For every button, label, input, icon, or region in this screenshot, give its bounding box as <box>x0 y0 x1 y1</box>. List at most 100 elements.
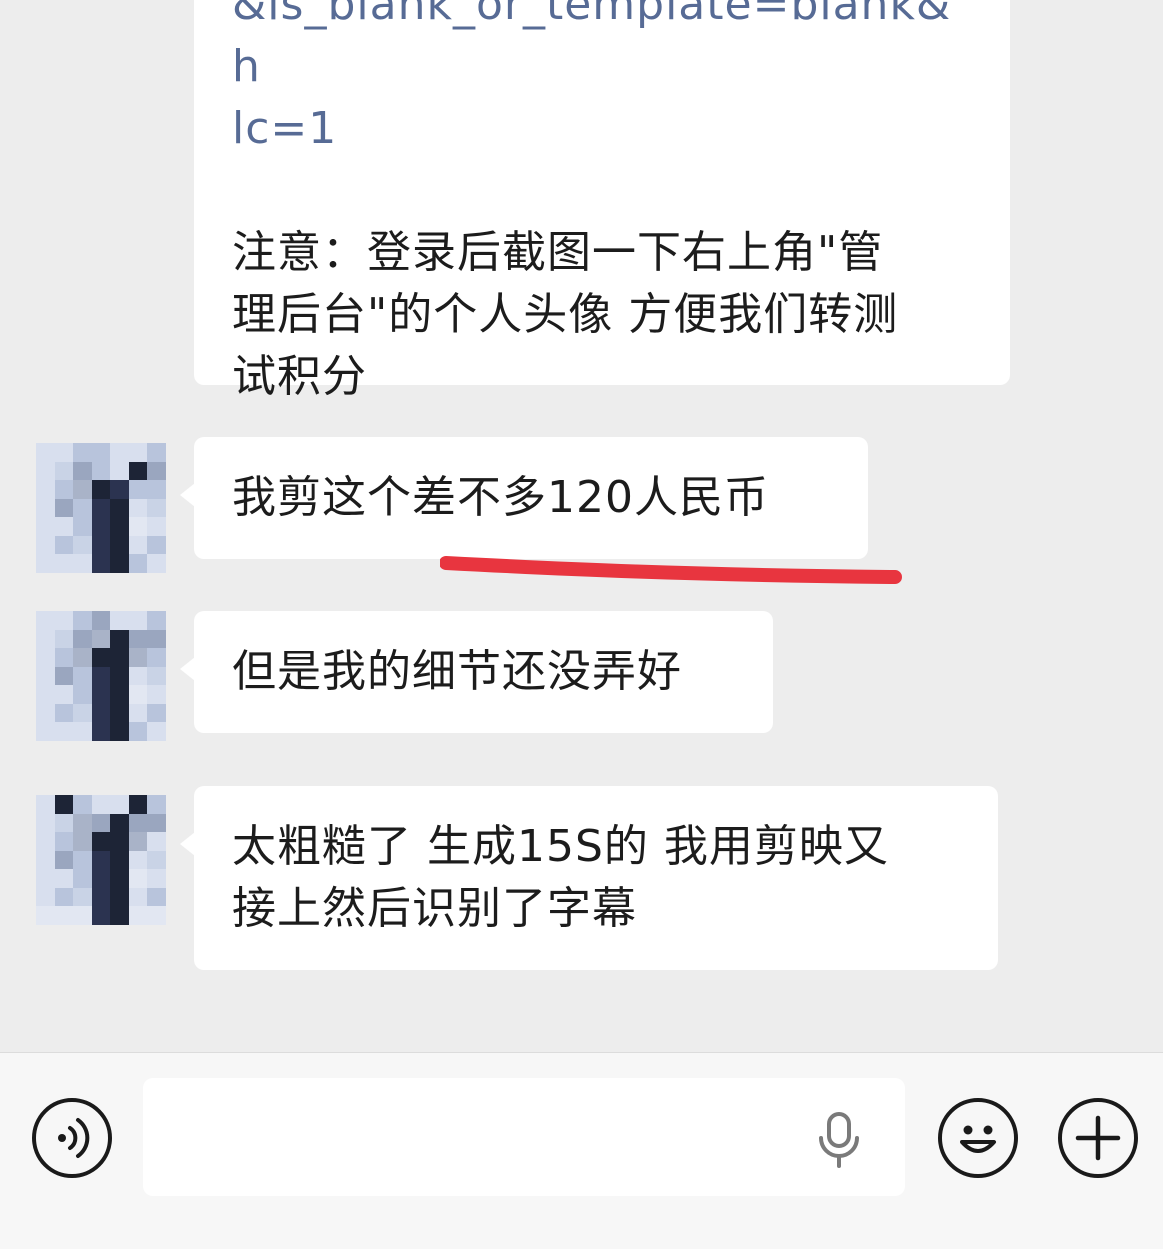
avatar-pixel <box>54 685 74 705</box>
message-bubble[interactable]: 太粗糙了 生成15S的 我用剪映又 接上然后识别了字幕 <box>180 786 998 970</box>
avatar-pixel <box>128 906 148 925</box>
avatar-pixel <box>110 887 130 907</box>
message-text: 注意：登录后截图一下右上角"管 理后台"的个人头像 方便我们转测 试积分 <box>232 227 899 402</box>
avatar-pixel <box>91 795 111 814</box>
avatar-pixel <box>36 535 55 555</box>
avatar-pixel <box>73 611 93 630</box>
avatar-pixel <box>54 480 74 500</box>
message-text-line: 接上然后识别了字幕 <box>232 883 637 934</box>
plus-icon <box>1075 1115 1121 1161</box>
avatar-pixel <box>147 443 166 462</box>
avatar[interactable] <box>36 611 166 741</box>
avatar-pixel <box>110 813 130 833</box>
message-input[interactable] <box>143 1078 905 1196</box>
avatar-pixel <box>36 813 55 833</box>
avatar-pixel <box>54 850 74 870</box>
avatar-pixel <box>147 666 166 686</box>
avatar-pixel <box>36 795 55 814</box>
avatar-pixel <box>147 832 166 852</box>
avatar-pixel <box>110 850 130 870</box>
avatar-pixel <box>147 685 166 705</box>
avatar-pixel <box>73 443 93 462</box>
avatar-pixel <box>91 648 111 668</box>
avatar-pixel <box>110 703 130 723</box>
avatar-pixel <box>147 480 166 500</box>
avatar-pixel <box>110 722 130 741</box>
message-text-line: 太粗糙了 生成15S的 我用剪映又 <box>232 821 889 872</box>
message-bubble[interactable]: 但是我的细节还没弄好 <box>180 611 773 733</box>
avatar-pixel <box>128 443 148 462</box>
avatar-pixel <box>54 722 74 741</box>
avatar-pixel <box>91 887 111 907</box>
avatar-pixel <box>73 554 93 573</box>
avatar-pixel <box>91 611 111 630</box>
avatar-pixel <box>128 554 148 573</box>
avatar-pixel <box>147 850 166 870</box>
emoji-button[interactable] <box>938 1098 1018 1178</box>
avatar-pixel <box>91 629 111 649</box>
bubble-tail <box>180 483 195 507</box>
link-line[interactable]: &is_blank_or_template=blank&h <box>232 0 974 98</box>
avatar-pixel <box>91 685 111 705</box>
avatar-pixel <box>36 629 55 649</box>
chat-area: &is_blank_or_template=blank&h lc=1 注意：登录… <box>0 0 1163 1052</box>
avatar-pixel <box>110 443 130 462</box>
avatar-pixel <box>91 850 111 870</box>
avatar-pixel <box>54 648 74 668</box>
avatar-pixel <box>128 535 148 555</box>
avatar-pixel <box>128 517 148 537</box>
avatar[interactable] <box>36 795 166 925</box>
avatar-pixel <box>73 813 93 833</box>
avatar-pixel <box>147 498 166 518</box>
avatar-pixel <box>54 498 74 518</box>
avatar-pixel <box>73 535 93 555</box>
voice-button[interactable] <box>32 1098 112 1178</box>
avatar-pixel <box>110 648 130 668</box>
avatar-pixel <box>91 517 111 537</box>
avatar-pixel <box>36 498 55 518</box>
smiley-icon <box>960 1125 996 1153</box>
avatar-pixel <box>110 517 130 537</box>
avatar-pixel <box>36 906 55 925</box>
avatar-pixel <box>73 703 93 723</box>
avatar-pixel <box>73 832 93 852</box>
avatar-pixel <box>91 813 111 833</box>
avatar-pixel <box>110 480 130 500</box>
microphone-icon[interactable] <box>817 1112 861 1168</box>
avatar-pixel <box>128 795 148 814</box>
avatar-pixel <box>110 869 130 889</box>
avatar-pixel <box>54 461 74 481</box>
avatar-pixel <box>128 461 148 481</box>
avatar-pixel <box>147 887 166 907</box>
avatar-pixel <box>110 498 130 518</box>
avatar-pixel <box>73 666 93 686</box>
avatar-pixel <box>110 685 130 705</box>
avatar-pixel <box>54 554 74 573</box>
message-bubble[interactable]: 我剪这个差不多120人民币 <box>180 437 868 559</box>
avatar-pixel <box>54 703 74 723</box>
message-link[interactable]: &is_blank_or_template=blank&h lc=1 <box>232 0 974 160</box>
avatar-pixel <box>147 461 166 481</box>
message-text: 我剪这个差不多120人民币 <box>232 472 769 523</box>
bubble-tail <box>180 657 195 681</box>
avatar-pixel <box>54 666 74 686</box>
avatar[interactable] <box>36 443 166 573</box>
avatar-pixel <box>110 666 130 686</box>
avatar-pixel <box>73 629 93 649</box>
avatar-pixel <box>110 795 130 814</box>
avatar-pixel <box>54 813 74 833</box>
avatar-pixel <box>54 443 74 462</box>
link-line[interactable]: lc=1 <box>232 98 974 160</box>
avatar-pixel <box>73 648 93 668</box>
avatar-pixel <box>91 480 111 500</box>
avatar-pixel <box>73 498 93 518</box>
avatar-pixel <box>110 461 130 481</box>
avatar-pixel <box>147 535 166 555</box>
avatar-pixel <box>147 629 166 649</box>
message-bubble-link-note[interactable]: &is_blank_or_template=blank&h lc=1 注意：登录… <box>194 0 1010 402</box>
avatar-pixel <box>128 666 148 686</box>
avatar-pixel <box>147 611 166 630</box>
plus-button[interactable] <box>1058 1098 1138 1178</box>
avatar-pixel <box>110 832 130 852</box>
avatar-pixel <box>54 906 74 925</box>
